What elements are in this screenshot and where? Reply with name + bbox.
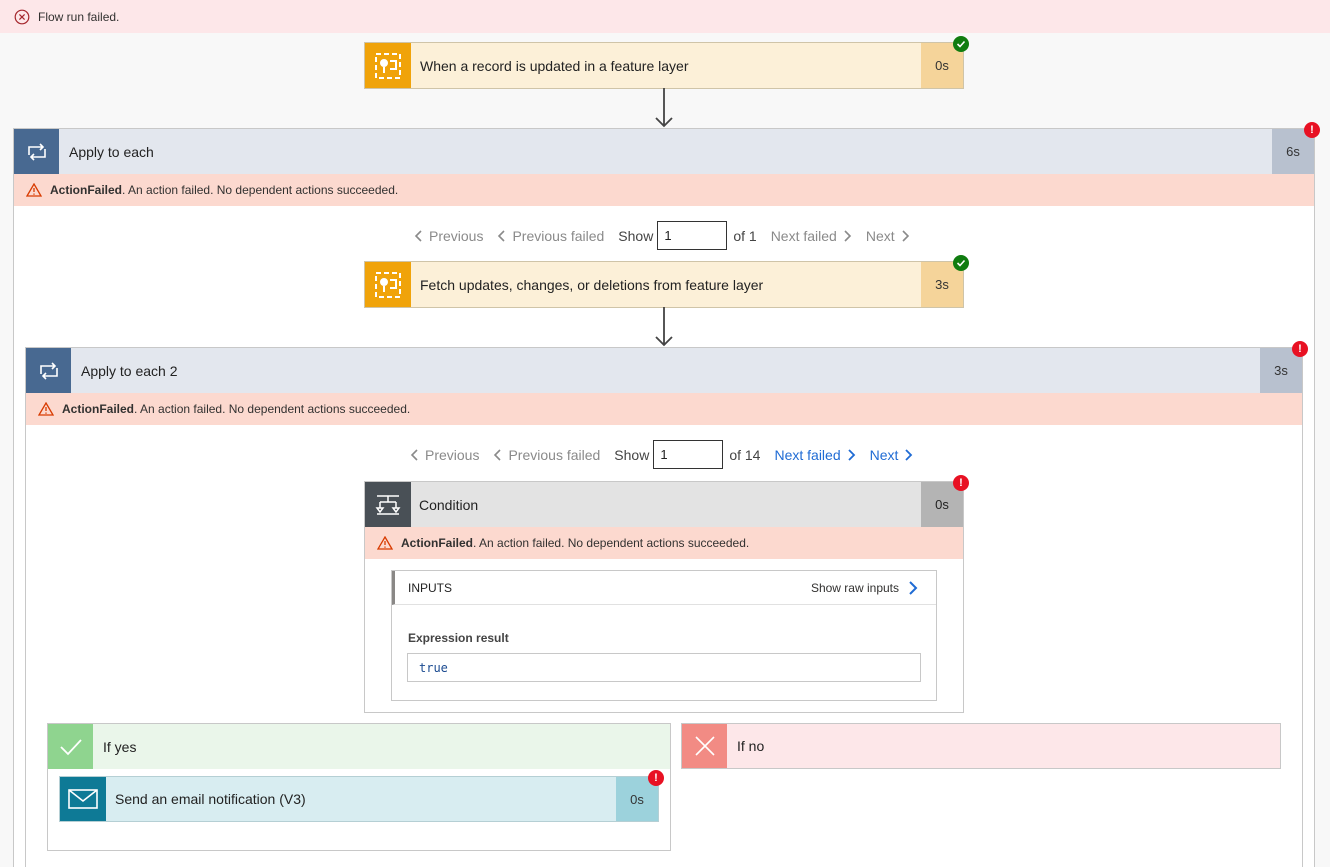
chevron-left-icon: [494, 448, 502, 461]
previous-failed-button[interactable]: Previous failed: [493, 447, 600, 463]
error-badge-icon: !: [1304, 122, 1320, 138]
iteration-input[interactable]: 1: [657, 221, 728, 250]
previous-button[interactable]: Previous: [414, 228, 483, 244]
inputs-label: INPUTS: [408, 580, 453, 595]
loop-icon: [26, 348, 71, 393]
show-label: Show: [614, 446, 650, 463]
apply-to-each-2-error: ActionFailed. An action failed. No depen…: [26, 393, 1302, 425]
error-message: . An action failed. No dependent actions…: [134, 402, 411, 416]
apply-to-each-title: Apply to each: [69, 143, 154, 160]
checkmark-icon: [48, 724, 93, 769]
iteration-input[interactable]: 1: [653, 440, 724, 469]
chevron-left-icon: [410, 448, 418, 461]
previous-failed-label: Previous failed: [512, 227, 605, 244]
if-no-branch: If no: [681, 723, 1281, 769]
next-label: Next: [869, 446, 899, 463]
chevron-right-icon: [905, 448, 913, 461]
next-button[interactable]: Next: [866, 228, 910, 244]
close-icon: [682, 724, 727, 768]
condition-title: Condition: [419, 496, 479, 513]
error-circle-icon: [14, 9, 30, 24]
chevron-left-icon: [414, 229, 422, 242]
if-yes-title: If yes: [103, 738, 137, 755]
inputs-panel: INPUTS Show raw inputs Expression result…: [391, 570, 937, 701]
flow-arrow: [652, 88, 676, 128]
apply-to-each-pager: Previous Previous failed Show 1 of 1 Nex…: [414, 221, 924, 250]
success-check-icon: [953, 255, 969, 271]
condition-header[interactable]: Condition 0s: [365, 482, 963, 527]
expression-result-label: Expression result: [408, 631, 509, 645]
trigger-card[interactable]: When a record is updated in a feature la…: [364, 42, 964, 89]
error-message: . An action failed. No dependent actions…: [122, 183, 399, 197]
error-badge-icon: !: [953, 475, 969, 491]
apply-to-each-2-header[interactable]: Apply to each 2 3s: [26, 348, 1302, 393]
banner-text: Flow run failed.: [38, 9, 120, 24]
error-code: ActionFailed: [62, 402, 135, 416]
apply-to-each-error: ActionFailed. An action failed. No depen…: [14, 174, 1314, 206]
chevron-right-icon: [844, 229, 851, 242]
error-badge-icon: !: [648, 770, 664, 786]
arcgis-icon: [365, 262, 411, 307]
apply-to-each-2-title: Apply to each 2: [81, 362, 178, 379]
success-check-icon: [953, 36, 969, 52]
error-code: ActionFailed: [401, 536, 474, 550]
warning-icon: [26, 183, 42, 197]
next-button[interactable]: Next: [870, 447, 914, 463]
previous-failed-label: Previous failed: [508, 446, 601, 463]
flow-run-failed-banner: Flow run failed.: [0, 0, 1330, 33]
loop-icon: [14, 129, 59, 174]
chevron-right-icon: [902, 229, 909, 242]
error-badge-icon: !: [1292, 341, 1308, 357]
previous-button[interactable]: Previous: [410, 447, 479, 463]
next-failed-button[interactable]: Next failed: [771, 228, 852, 244]
chevron-right-icon: [909, 580, 918, 595]
trigger-title: When a record is updated in a feature la…: [420, 57, 689, 74]
send-email-title: Send an email notification (V3): [115, 791, 306, 807]
apply-to-each-header[interactable]: Apply to each 6s: [14, 129, 1314, 174]
next-failed-button[interactable]: Next failed: [774, 447, 855, 463]
condition-icon: [365, 482, 411, 527]
mail-icon: [60, 777, 106, 821]
show-raw-inputs-button[interactable]: Show raw inputs: [811, 580, 918, 596]
iteration-count: of 14: [729, 446, 761, 463]
next-failed-label: Next failed: [774, 446, 841, 463]
inputs-header: INPUTS Show raw inputs: [392, 571, 936, 605]
arcgis-icon: [365, 43, 411, 88]
previous-failed-button[interactable]: Previous failed: [497, 228, 604, 244]
error-code: ActionFailed: [50, 183, 123, 197]
chevron-right-icon: [847, 448, 855, 461]
show-label: Show: [618, 227, 654, 244]
fetch-updates-card[interactable]: Fetch updates, changes, or deletions fro…: [364, 261, 964, 308]
expression-result-value: true: [407, 653, 921, 682]
apply-to-each-2-pager: Previous Previous failed Show 1 of 14 Ne…: [410, 440, 927, 469]
if-yes-header[interactable]: If yes: [48, 724, 670, 769]
error-message: . An action failed. No dependent actions…: [473, 536, 750, 550]
condition-card: Condition 0s ActionFailed. An action fai…: [364, 481, 964, 713]
show-raw-inputs-label: Show raw inputs: [810, 580, 899, 595]
send-email-card[interactable]: Send an email notification (V3) 0s: [59, 776, 659, 822]
chevron-left-icon: [498, 229, 506, 242]
warning-icon: [38, 402, 54, 416]
flow-arrow: [652, 307, 676, 347]
warning-icon: [377, 536, 393, 550]
iteration-count: of 1: [733, 227, 757, 244]
next-label: Next: [865, 227, 895, 244]
previous-label: Previous: [429, 227, 484, 244]
if-no-header[interactable]: If no: [682, 724, 1280, 768]
previous-label: Previous: [425, 446, 480, 463]
next-failed-label: Next failed: [770, 227, 837, 244]
fetch-updates-title: Fetch updates, changes, or deletions fro…: [420, 276, 764, 293]
condition-error: ActionFailed. An action failed. No depen…: [365, 527, 963, 559]
if-no-title: If no: [737, 738, 765, 754]
